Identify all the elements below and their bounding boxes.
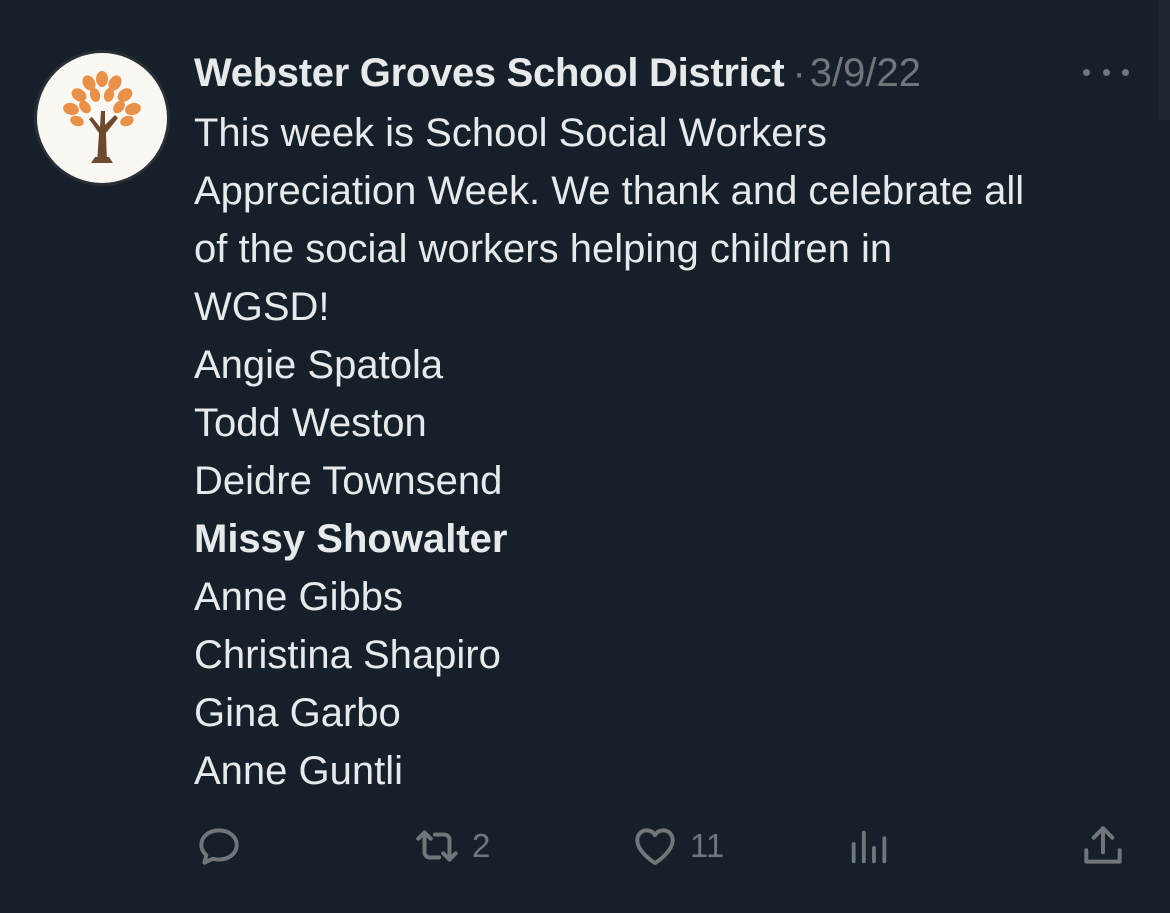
social-worker-name: Anne Gibbs — [194, 575, 404, 619]
tree-logo-icon — [63, 71, 141, 163]
avatar[interactable] — [37, 53, 167, 183]
social-worker-name: Christina Shapiro — [194, 633, 501, 677]
social-worker-name: Anne Guntli — [194, 749, 404, 793]
tweet-header: Webster Groves School District · 3/9/22 — [194, 48, 921, 98]
reply-button[interactable] — [194, 820, 244, 872]
tweet-text-line: of the social workers helping children i… — [194, 227, 893, 271]
retweet-icon — [416, 830, 458, 862]
separator-dot: · — [792, 50, 806, 95]
like-count: 11 — [690, 827, 725, 864]
more-horizontal-icon-dot — [1122, 68, 1129, 76]
like-button[interactable]: 11 — [630, 820, 724, 872]
retweet-button[interactable]: 2 — [412, 820, 490, 872]
retweet-count: 2 — [472, 827, 491, 864]
social-worker-name: Deidre Townsend — [194, 459, 503, 503]
social-worker-name: Todd Weston — [194, 401, 427, 445]
tweet-text-line: WGSD! — [194, 285, 330, 329]
tweet-text-line: Appreciation Week. We thank and celebrat… — [194, 169, 1025, 213]
tweet-text-line: This week is School Social Workers — [194, 111, 827, 155]
views-button[interactable] — [846, 820, 892, 872]
more-horizontal-icon-dot — [1083, 68, 1090, 76]
share-button[interactable] — [1078, 820, 1128, 872]
tweet-actions: 2 11 — [194, 820, 1134, 872]
tweet-text: This week is School Social Workers Appre… — [194, 104, 1154, 800]
heart-icon — [635, 828, 675, 866]
more-button[interactable] — [1083, 62, 1129, 82]
views-chart-icon — [851, 830, 887, 864]
social-worker-name: Angie Spatola — [194, 343, 444, 387]
scrollbar[interactable] — [1158, 0, 1170, 120]
tweet-timestamp[interactable]: 3/9/22 — [810, 51, 921, 96]
author-display-name[interactable]: Webster Groves School District — [194, 51, 785, 96]
social-worker-name: Gina Garbo — [194, 691, 401, 735]
more-horizontal-icon-dot — [1102, 68, 1110, 76]
share-icon — [1084, 826, 1122, 864]
social-worker-name: Missy Showalter — [194, 517, 508, 561]
tweet-card[interactable]: Webster Groves School District · 3/9/22 … — [0, 0, 1170, 913]
reply-icon — [199, 828, 239, 865]
